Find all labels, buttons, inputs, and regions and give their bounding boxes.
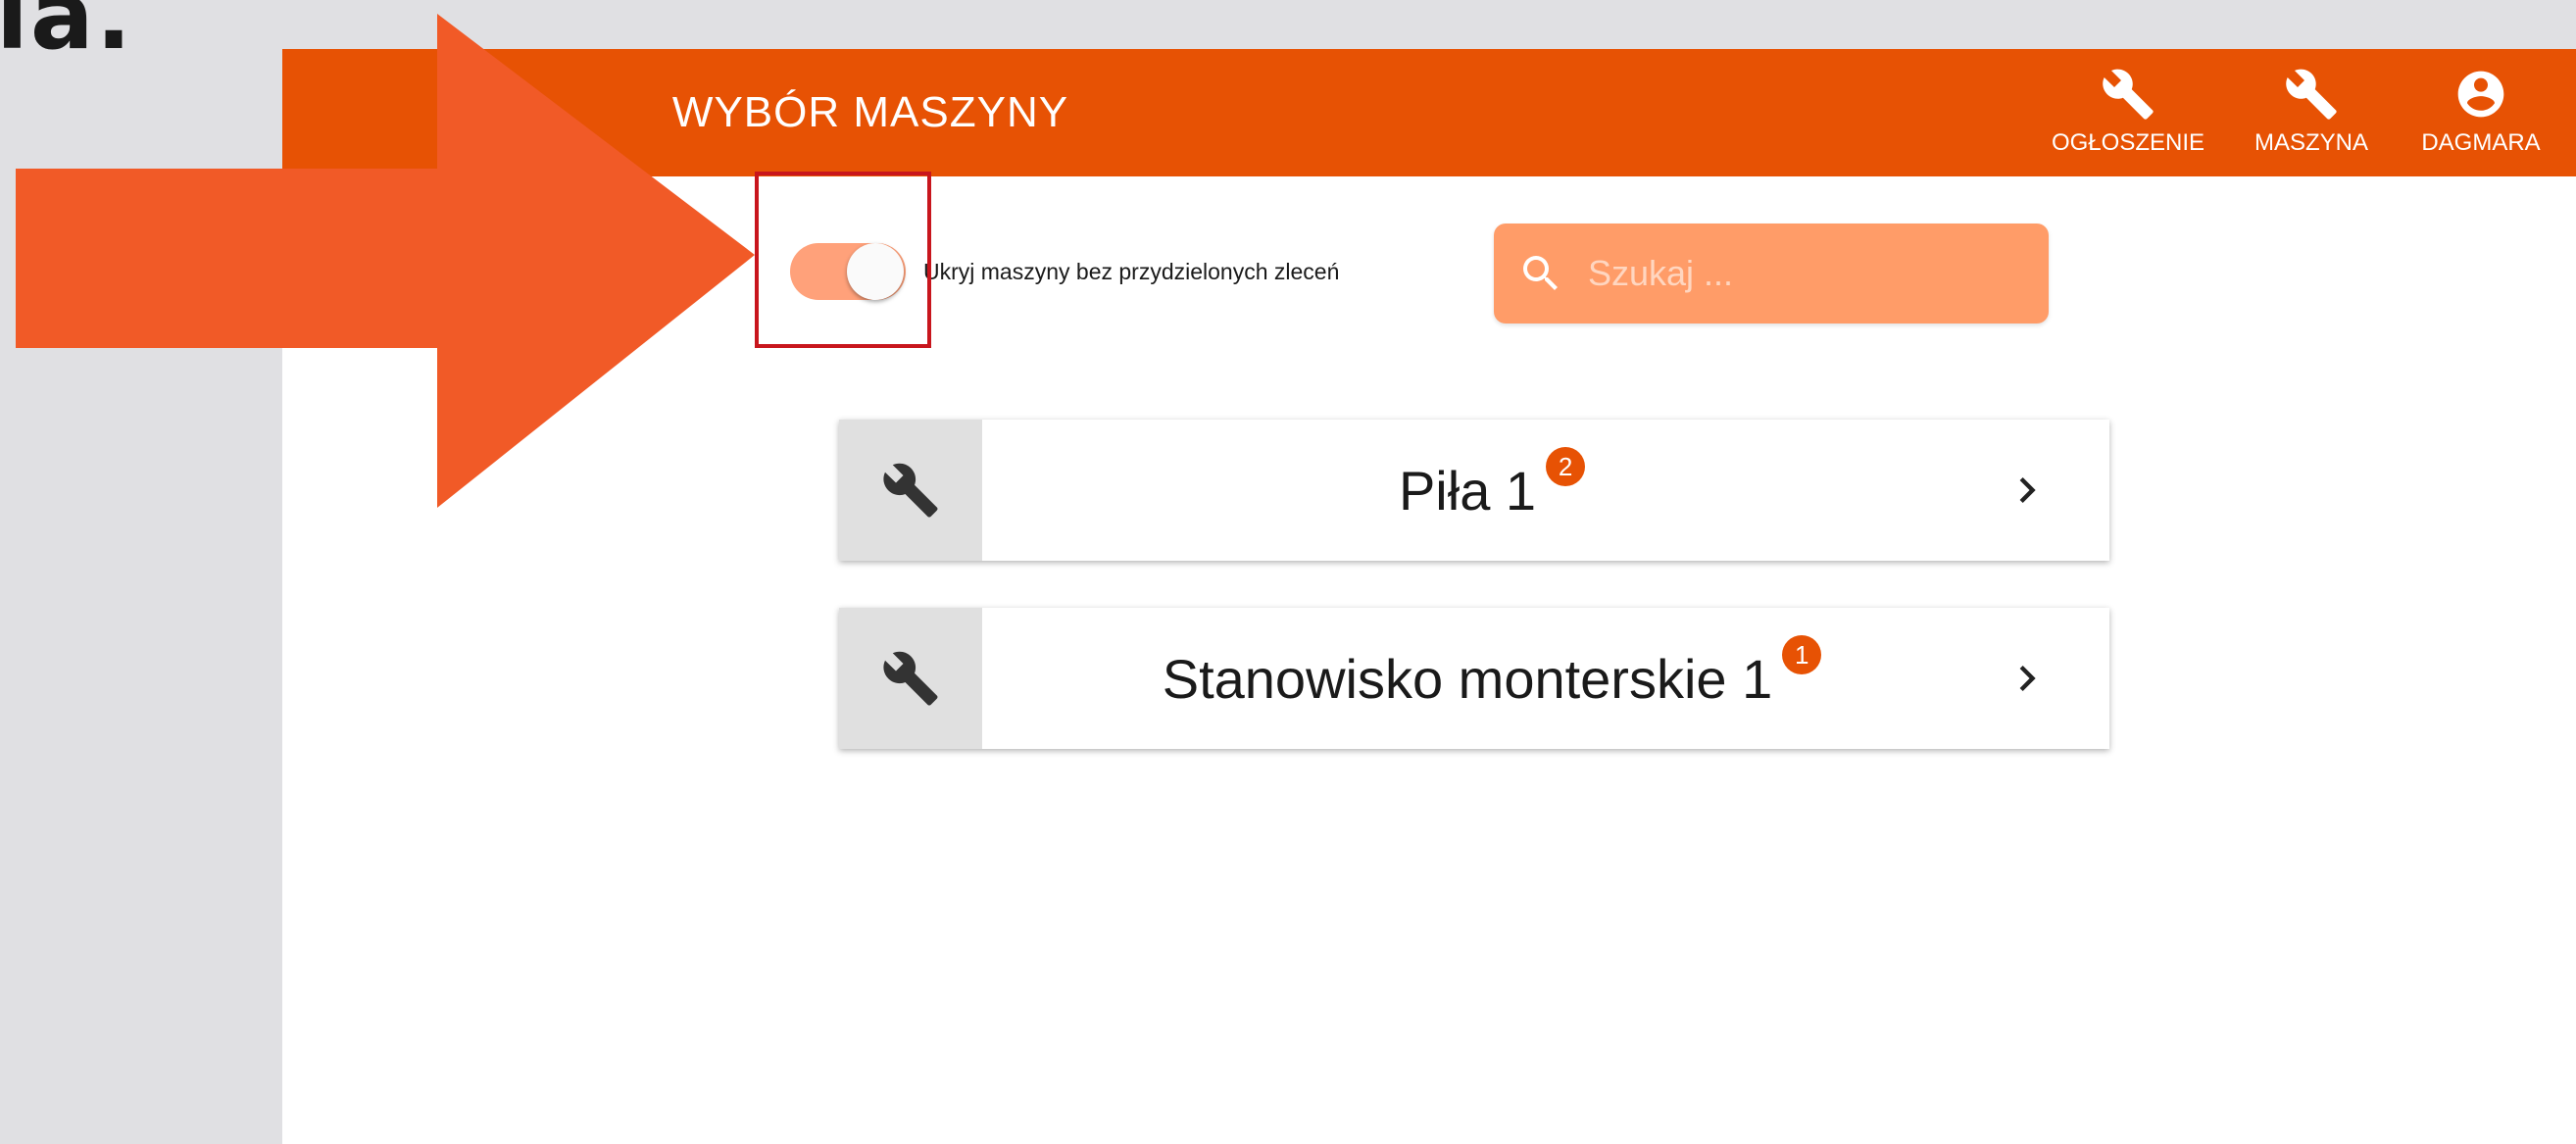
annotation-overlay — [16, 14, 931, 508]
annotation-highlight-box — [755, 172, 931, 348]
annotation-arrow — [16, 14, 755, 508]
